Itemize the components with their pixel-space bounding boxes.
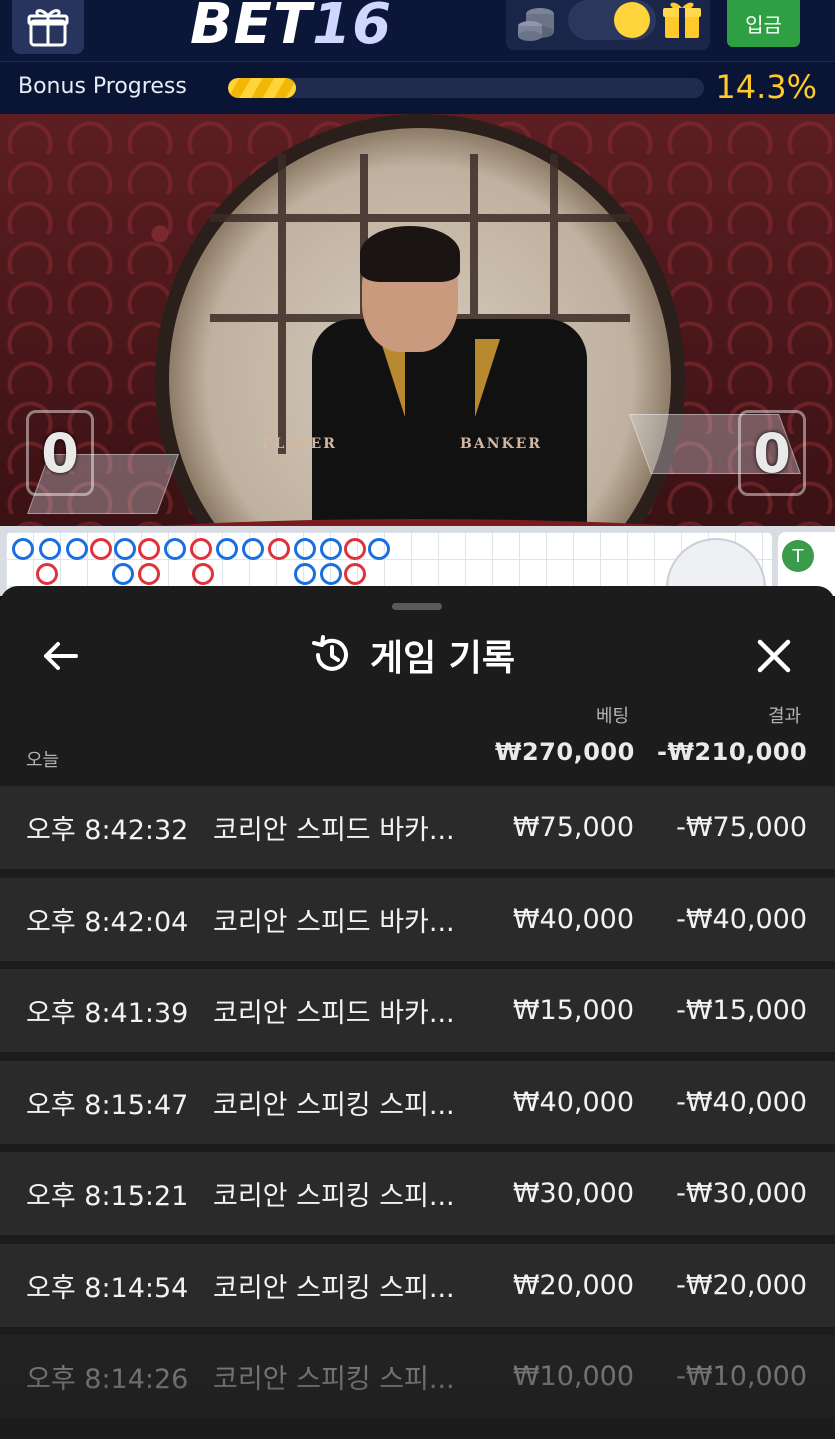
road-bead bbox=[36, 563, 58, 585]
sheet-title-text: 게임 기록 bbox=[370, 638, 516, 679]
road-bead bbox=[90, 538, 112, 560]
logo-number: 16 bbox=[312, 0, 393, 57]
history-row[interactable]: 오후 8:42:32 코리안 스피드 바카... ₩75,000 -₩75,00… bbox=[0, 786, 835, 869]
bonus-progress-fill bbox=[228, 78, 297, 98]
road-bead bbox=[164, 538, 186, 560]
road-bead bbox=[12, 538, 34, 560]
row-game: 코리안 스피킹 스피... bbox=[213, 1364, 455, 1395]
history-summary: 베팅 결과 오늘 ₩270,000 -₩210,000 bbox=[0, 696, 835, 782]
history-row[interactable]: 오후 8:42:04 코리안 스피드 바카... ₩40,000 -₩40,00… bbox=[0, 877, 835, 961]
history-row[interactable]: 오후 8:41:39 코리안 스피드 바카... ₩15,000 -₩15,00… bbox=[0, 969, 835, 1052]
row-result: -₩75,000 bbox=[676, 812, 807, 843]
road-bead bbox=[320, 538, 342, 560]
balance-toggle[interactable] bbox=[568, 0, 656, 40]
road-bead bbox=[294, 538, 316, 560]
sheet-title: 게임 기록 bbox=[310, 630, 515, 680]
road-bead bbox=[368, 538, 390, 560]
logo-text: BET bbox=[190, 0, 313, 57]
brand-logo[interactable]: BET16 bbox=[190, 0, 392, 56]
bonus-progress-percent: 14.3% bbox=[715, 68, 817, 106]
road-bead bbox=[66, 538, 88, 560]
bonus-progress-bar: Bonus Progress 14.3% bbox=[0, 62, 835, 114]
row-bet: ₩40,000 bbox=[512, 903, 634, 935]
road-bead bbox=[344, 563, 366, 585]
close-icon bbox=[757, 639, 791, 673]
arrow-left-icon bbox=[44, 642, 78, 670]
row-game: 코리안 스피킹 스피... bbox=[213, 1272, 455, 1304]
toggle-knob bbox=[614, 2, 650, 38]
row-game: 코리안 스피드 바카... bbox=[213, 906, 455, 938]
road-bead bbox=[216, 538, 238, 560]
row-bet: ₩20,000 bbox=[512, 1269, 634, 1301]
bonus-progress-label: Bonus Progress bbox=[18, 74, 187, 99]
gift-outline-icon bbox=[27, 9, 69, 47]
sheet-drag-handle[interactable] bbox=[392, 603, 442, 610]
bonus-progress-track bbox=[228, 78, 704, 98]
today-label: 오늘 bbox=[26, 750, 60, 771]
road-bead bbox=[294, 563, 316, 585]
result-column-header: 결과 bbox=[768, 706, 802, 727]
road-bead bbox=[192, 563, 214, 585]
row-bet: ₩30,000 bbox=[512, 1178, 634, 1209]
row-bet: ₩75,000 bbox=[512, 812, 634, 843]
row-game: 코리안 스피킹 스피... bbox=[213, 1181, 455, 1212]
coins-icon bbox=[518, 8, 554, 41]
row-time: 오후 8:14:54 bbox=[26, 1272, 189, 1304]
road-bead bbox=[138, 538, 160, 560]
currency-toggle-group bbox=[506, 0, 710, 50]
row-time: 오후 8:15:21 bbox=[26, 1181, 189, 1212]
row-time: 오후 8:42:32 bbox=[26, 815, 189, 846]
back-button[interactable] bbox=[38, 634, 82, 678]
close-button[interactable] bbox=[752, 634, 796, 678]
table-player-label: PLAYER bbox=[262, 436, 337, 452]
road-bead bbox=[344, 538, 366, 560]
row-result: -₩15,000 bbox=[676, 995, 807, 1026]
bet-column-header: 베팅 bbox=[596, 706, 630, 727]
history-row[interactable]: 오후 8:15:47 코리안 스피킹 스피... ₩40,000 -₩40,00… bbox=[0, 1060, 835, 1144]
road-bead bbox=[320, 563, 342, 585]
deposit-button[interactable]: 입금 bbox=[727, 0, 800, 47]
row-game: 코리안 스피드 바카... bbox=[213, 815, 455, 846]
history-icon bbox=[312, 635, 348, 671]
result-total: -₩210,000 bbox=[657, 738, 808, 766]
row-time: 오후 8:42:04 bbox=[26, 906, 189, 938]
row-result: -₩40,000 bbox=[676, 1086, 807, 1118]
road-bead bbox=[268, 538, 290, 560]
dealer-hair bbox=[360, 226, 460, 282]
row-bet: ₩15,000 bbox=[512, 995, 634, 1026]
road-bead bbox=[138, 563, 160, 585]
row-bet: ₩10,000 bbox=[512, 1361, 634, 1392]
row-result: -₩10,000 bbox=[676, 1361, 807, 1392]
road-bead bbox=[112, 563, 134, 585]
road-bead bbox=[242, 538, 264, 560]
history-row[interactable]: 오후 8:14:54 코리안 스피킹 스피... ₩20,000 -₩20,00… bbox=[0, 1243, 835, 1327]
row-game: 코리안 스피드 바카... bbox=[213, 998, 455, 1029]
row-result: -₩30,000 bbox=[676, 1178, 807, 1209]
bet-total: ₩270,000 bbox=[495, 738, 635, 766]
row-time: 오후 8:41:39 bbox=[26, 998, 189, 1029]
history-row[interactable]: 오후 8:15:21 코리안 스피킹 스피... ₩30,000 -₩30,00… bbox=[0, 1152, 835, 1235]
live-dealer-video[interactable]: PLAYER BANKER 0 0 bbox=[0, 114, 835, 526]
gift-icon[interactable] bbox=[660, 0, 704, 40]
road-bead bbox=[190, 538, 212, 560]
tie-badge: T bbox=[782, 540, 814, 572]
row-result: -₩40,000 bbox=[676, 903, 807, 935]
row-result: -₩20,000 bbox=[676, 1269, 807, 1301]
row-time: 오후 8:15:47 bbox=[26, 1089, 189, 1121]
top-bar: BET16 입금 bbox=[0, 0, 835, 62]
row-time: 오후 8:14:26 bbox=[26, 1364, 189, 1395]
banker-score: 0 bbox=[738, 410, 806, 496]
row-game: 코리안 스피킹 스피... bbox=[213, 1089, 455, 1121]
history-row[interactable]: 오후 8:14:26 코리안 스피킹 스피... ₩10,000 -₩10,00… bbox=[0, 1335, 835, 1418]
table-banker-label: BANKER bbox=[460, 436, 542, 452]
road-bead bbox=[114, 538, 136, 560]
promotions-button[interactable] bbox=[12, 0, 84, 54]
row-bet: ₩40,000 bbox=[512, 1086, 634, 1118]
road-bead bbox=[39, 538, 61, 560]
player-score: 0 bbox=[26, 410, 94, 496]
game-history-sheet: 게임 기록 베팅 결과 오늘 ₩270,000 -₩210,000 오후 8:4… bbox=[0, 586, 835, 1439]
history-list: 오후 8:42:32 코리안 스피드 바카... ₩75,000 -₩75,00… bbox=[0, 786, 835, 1427]
